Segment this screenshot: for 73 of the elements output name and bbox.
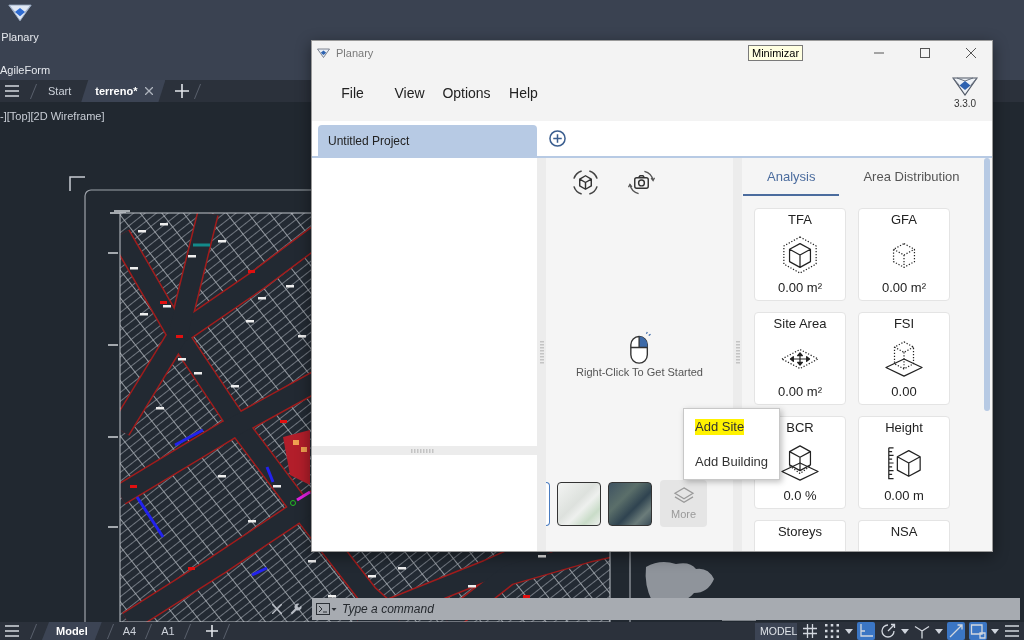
maximize-icon[interactable] — [920, 48, 930, 58]
app-logo-icon — [317, 48, 330, 58]
card-value: 0.00 m² — [777, 384, 823, 400]
menu-item[interactable]: Help — [509, 85, 538, 101]
cube-hexagon-icon — [781, 236, 819, 274]
menu-icon[interactable] — [5, 85, 19, 97]
menu-item[interactable]: Options — [442, 85, 491, 101]
file-tab[interactable]: Start — [42, 80, 78, 102]
caret-icon[interactable] — [935, 628, 943, 634]
menu-icon[interactable] — [1003, 622, 1021, 640]
card-value: 0.0 % — [783, 488, 817, 504]
card-title: NSA — [890, 524, 918, 540]
app-logo-icon — [952, 76, 978, 96]
panel-tab[interactable]: Area Distribution — [839, 158, 984, 196]
menu-icon[interactable] — [5, 625, 19, 637]
command-input[interactable]: Type a command — [340, 598, 1020, 620]
close-icon[interactable] — [966, 48, 976, 58]
grid-icon[interactable] — [801, 622, 819, 640]
file-tab[interactable]: terreno* — [81, 80, 166, 102]
tooltip: Minimizar — [748, 45, 804, 61]
wrench-icon[interactable] — [290, 603, 302, 615]
layout-tab[interactable]: Model — [42, 622, 102, 640]
circle-arrow-icon[interactable] — [879, 622, 897, 640]
card-title: BCR — [786, 420, 814, 436]
card-value: 0.00 — [891, 384, 917, 400]
caret-icon[interactable] — [901, 628, 909, 634]
camera-rotate-icon[interactable] — [628, 169, 655, 196]
cube-on-plane-icon — [885, 340, 923, 378]
plus-icon[interactable] — [205, 625, 218, 637]
ruler-cube-icon — [885, 444, 923, 482]
card-title: GFA — [891, 212, 917, 228]
close-icon[interactable] — [145, 87, 154, 95]
card-title: FSI — [893, 316, 915, 332]
cube-footprint-icon — [781, 444, 819, 482]
plus-icon[interactable] — [175, 84, 190, 98]
scrollbar-thumb[interactable] — [984, 158, 990, 411]
layers-icon — [672, 487, 695, 505]
layout-tab[interactable]: A4 — [118, 622, 141, 640]
caret-icon[interactable] — [991, 628, 999, 634]
ribbon-tab-label[interactable]: AgileForm — [0, 64, 51, 77]
command-prompt-icon[interactable] — [312, 598, 340, 620]
model-space-button[interactable]: MODEL — [755, 622, 797, 640]
diagonal-arrow-icon[interactable] — [947, 622, 965, 640]
card-title: TFA — [788, 212, 812, 228]
focus-cube-icon[interactable] — [572, 169, 599, 196]
card-title: Height — [885, 420, 923, 436]
map-thumbnail[interactable] — [608, 481, 652, 526]
window-title: Planary — [336, 47, 374, 59]
viewport-label[interactable]: -][Top][2D Wireframe] — [0, 110, 105, 123]
card-title: Storeys — [777, 524, 823, 540]
close-icon[interactable] — [272, 604, 282, 614]
launcher-label[interactable]: Planary — [1, 31, 39, 44]
add-circle-icon[interactable] — [549, 130, 566, 147]
map-thumbnail[interactable] — [546, 481, 550, 526]
mouse-icon — [628, 331, 651, 364]
menu-item[interactable]: Add Site — [695, 418, 745, 435]
panel-tab[interactable]: Analysis — [743, 158, 840, 196]
card-title: Site Area — [773, 316, 827, 332]
dot-grid-icon[interactable] — [823, 622, 841, 640]
planary-logo-icon[interactable] — [8, 3, 32, 22]
card-value: 0.00 m — [884, 488, 924, 504]
menu-item[interactable]: Add Building — [695, 453, 768, 470]
rectangle-select-icon[interactable] — [969, 622, 987, 640]
card-value: 0.00 m² — [777, 280, 823, 296]
project-tab[interactable]: Untitled Project — [318, 125, 537, 156]
card-value: 0.00 m² — [881, 280, 927, 296]
menu-item[interactable]: View — [394, 85, 425, 101]
layout-tab[interactable]: A1 — [157, 622, 179, 640]
hint-text: Right-Click To Get Started — [576, 366, 703, 379]
menu-item[interactable]: File — [341, 85, 364, 101]
version-label: 3.3.0 — [953, 98, 977, 110]
map-thumbnail[interactable] — [557, 481, 601, 526]
caret-icon[interactable] — [845, 628, 853, 634]
